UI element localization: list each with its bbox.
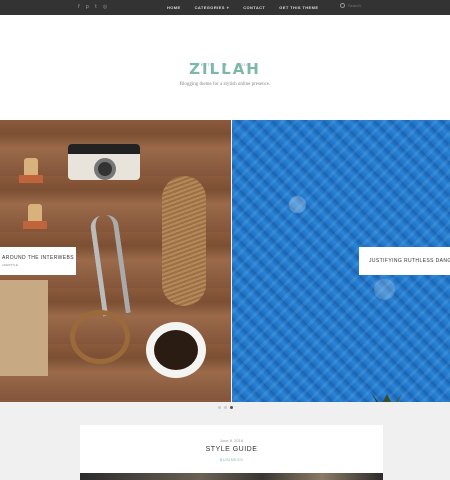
slider-dot-active[interactable]: [229, 406, 233, 409]
social-links: f p t ◎: [78, 3, 107, 11]
search-icon[interactable]: [340, 3, 345, 8]
twine-coil-image: [70, 310, 130, 364]
slide-title[interactable]: JUSTIFYING RUTHLESS DANGERS: [369, 258, 450, 264]
site-header: ESTD ✈ 2016 ZILLAH Blogging theme for a …: [0, 15, 450, 120]
coffee-cup-image: [146, 322, 206, 378]
search-box: [340, 3, 408, 8]
main-nav: HOME CATEGORIES ▾ CONTACT GET THIS THEME: [167, 0, 318, 15]
site-tagline: Blogging theme for a stylish online pres…: [179, 82, 271, 87]
post-date: June 8, 2016: [219, 438, 244, 443]
nav-categories[interactable]: CATEGORIES ▾: [195, 5, 230, 10]
slider-dot[interactable]: [217, 406, 221, 409]
slide-caption-left[interactable]: AROUND THE INTERWEBS LIFESTYLE: [0, 247, 76, 275]
paper-tags-image: [0, 280, 48, 376]
featured-slider[interactable]: AROUND THE INTERWEBS LIFESTYLE JUSTIFYIN…: [0, 120, 450, 402]
slider-dots: [0, 406, 450, 409]
top-bar: f p t ◎ HOME CATEGORIES ▾ CONTACT GET THI…: [0, 0, 450, 15]
slide-category: LIFESTYLE: [2, 263, 18, 267]
post-featured-image[interactable]: [80, 473, 383, 480]
site-title[interactable]: ZILLAH: [0, 60, 450, 78]
instagram-icon[interactable]: ◎: [103, 3, 107, 11]
search-input[interactable]: [348, 3, 408, 8]
pinterest-icon[interactable]: p: [86, 3, 89, 11]
nav-get-theme[interactable]: GET THIS THEME: [279, 5, 318, 10]
facebook-icon[interactable]: f: [78, 3, 80, 11]
post-category[interactable]: BUSINESS: [80, 457, 383, 462]
nav-categories-label: CATEGORIES: [194, 5, 225, 10]
nav-home[interactable]: HOME: [167, 5, 181, 10]
stamp-image: [19, 158, 43, 183]
camera-image: [68, 144, 140, 180]
twitter-icon[interactable]: t: [95, 3, 97, 11]
slider-dot[interactable]: [223, 406, 227, 409]
hole-punch-image: [89, 213, 131, 317]
nav-contact[interactable]: CONTACT: [243, 5, 265, 10]
slide-caption-right[interactable]: JUSTIFYING RUTHLESS DANGERS: [359, 247, 450, 275]
twine-image: [162, 176, 206, 306]
stamp-image: [23, 204, 47, 229]
chevron-down-icon: ▾: [226, 5, 230, 10]
post-card: June 8, 2016 STYLE GUIDE BUSINESS: [80, 425, 383, 480]
post-title[interactable]: STYLE GUIDE: [80, 446, 383, 453]
slide-title[interactable]: AROUND THE INTERWEBS: [2, 255, 76, 261]
